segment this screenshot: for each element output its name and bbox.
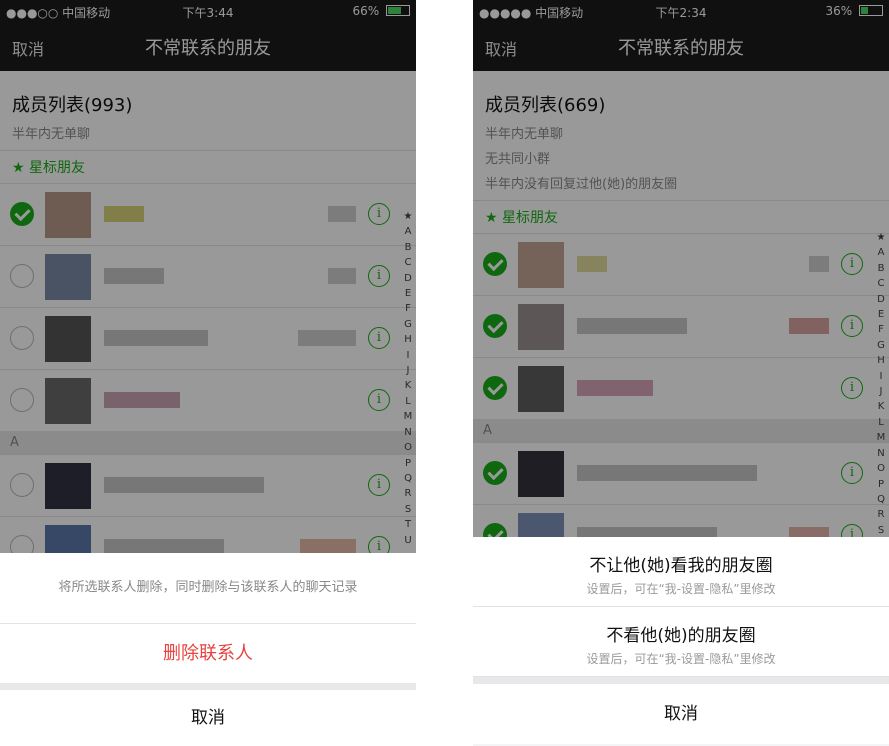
- divider: [473, 677, 889, 684]
- option-title: 不看他(她)的朋友圈: [606, 626, 756, 646]
- hide-their-moments-option[interactable]: 不看他(她)的朋友圈 设置后，可在“我-设置-隐私”里修改: [473, 607, 889, 677]
- hide-my-moments-option[interactable]: 不让他(她)看我的朋友圈 设置后，可在“我-设置-隐私”里修改: [473, 537, 889, 607]
- sheet-cancel-button[interactable]: 取消: [473, 684, 889, 744]
- divider: [0, 683, 416, 690]
- action-sheet-tip: 将所选联系人删除，同时删除与该联系人的聊天记录: [0, 553, 416, 624]
- option-subtitle: 设置后，可在“我-设置-隐私”里修改: [586, 582, 776, 596]
- option-subtitle: 设置后，可在“我-设置-隐私”里修改: [586, 652, 776, 666]
- right-phone-screen: ●●●●● 中国移动 下午2:34 36% 取消 不常联系的朋友 成员列表(66…: [473, 0, 889, 746]
- delete-contacts-button[interactable]: 删除联系人: [0, 624, 416, 683]
- action-sheet: 将所选联系人删除，同时删除与该联系人的聊天记录 删除联系人 取消: [0, 553, 416, 746]
- left-phone-screen: ●●●○○ 中国移动 下午3:44 66% 取消 不常联系的朋友 成员列表(99…: [0, 0, 416, 746]
- sheet-cancel-button[interactable]: 取消: [0, 690, 416, 746]
- option-title: 不让他(她)看我的朋友圈: [589, 556, 773, 576]
- action-sheet: 不让他(她)看我的朋友圈 设置后，可在“我-设置-隐私”里修改 不看他(她)的朋…: [473, 537, 889, 746]
